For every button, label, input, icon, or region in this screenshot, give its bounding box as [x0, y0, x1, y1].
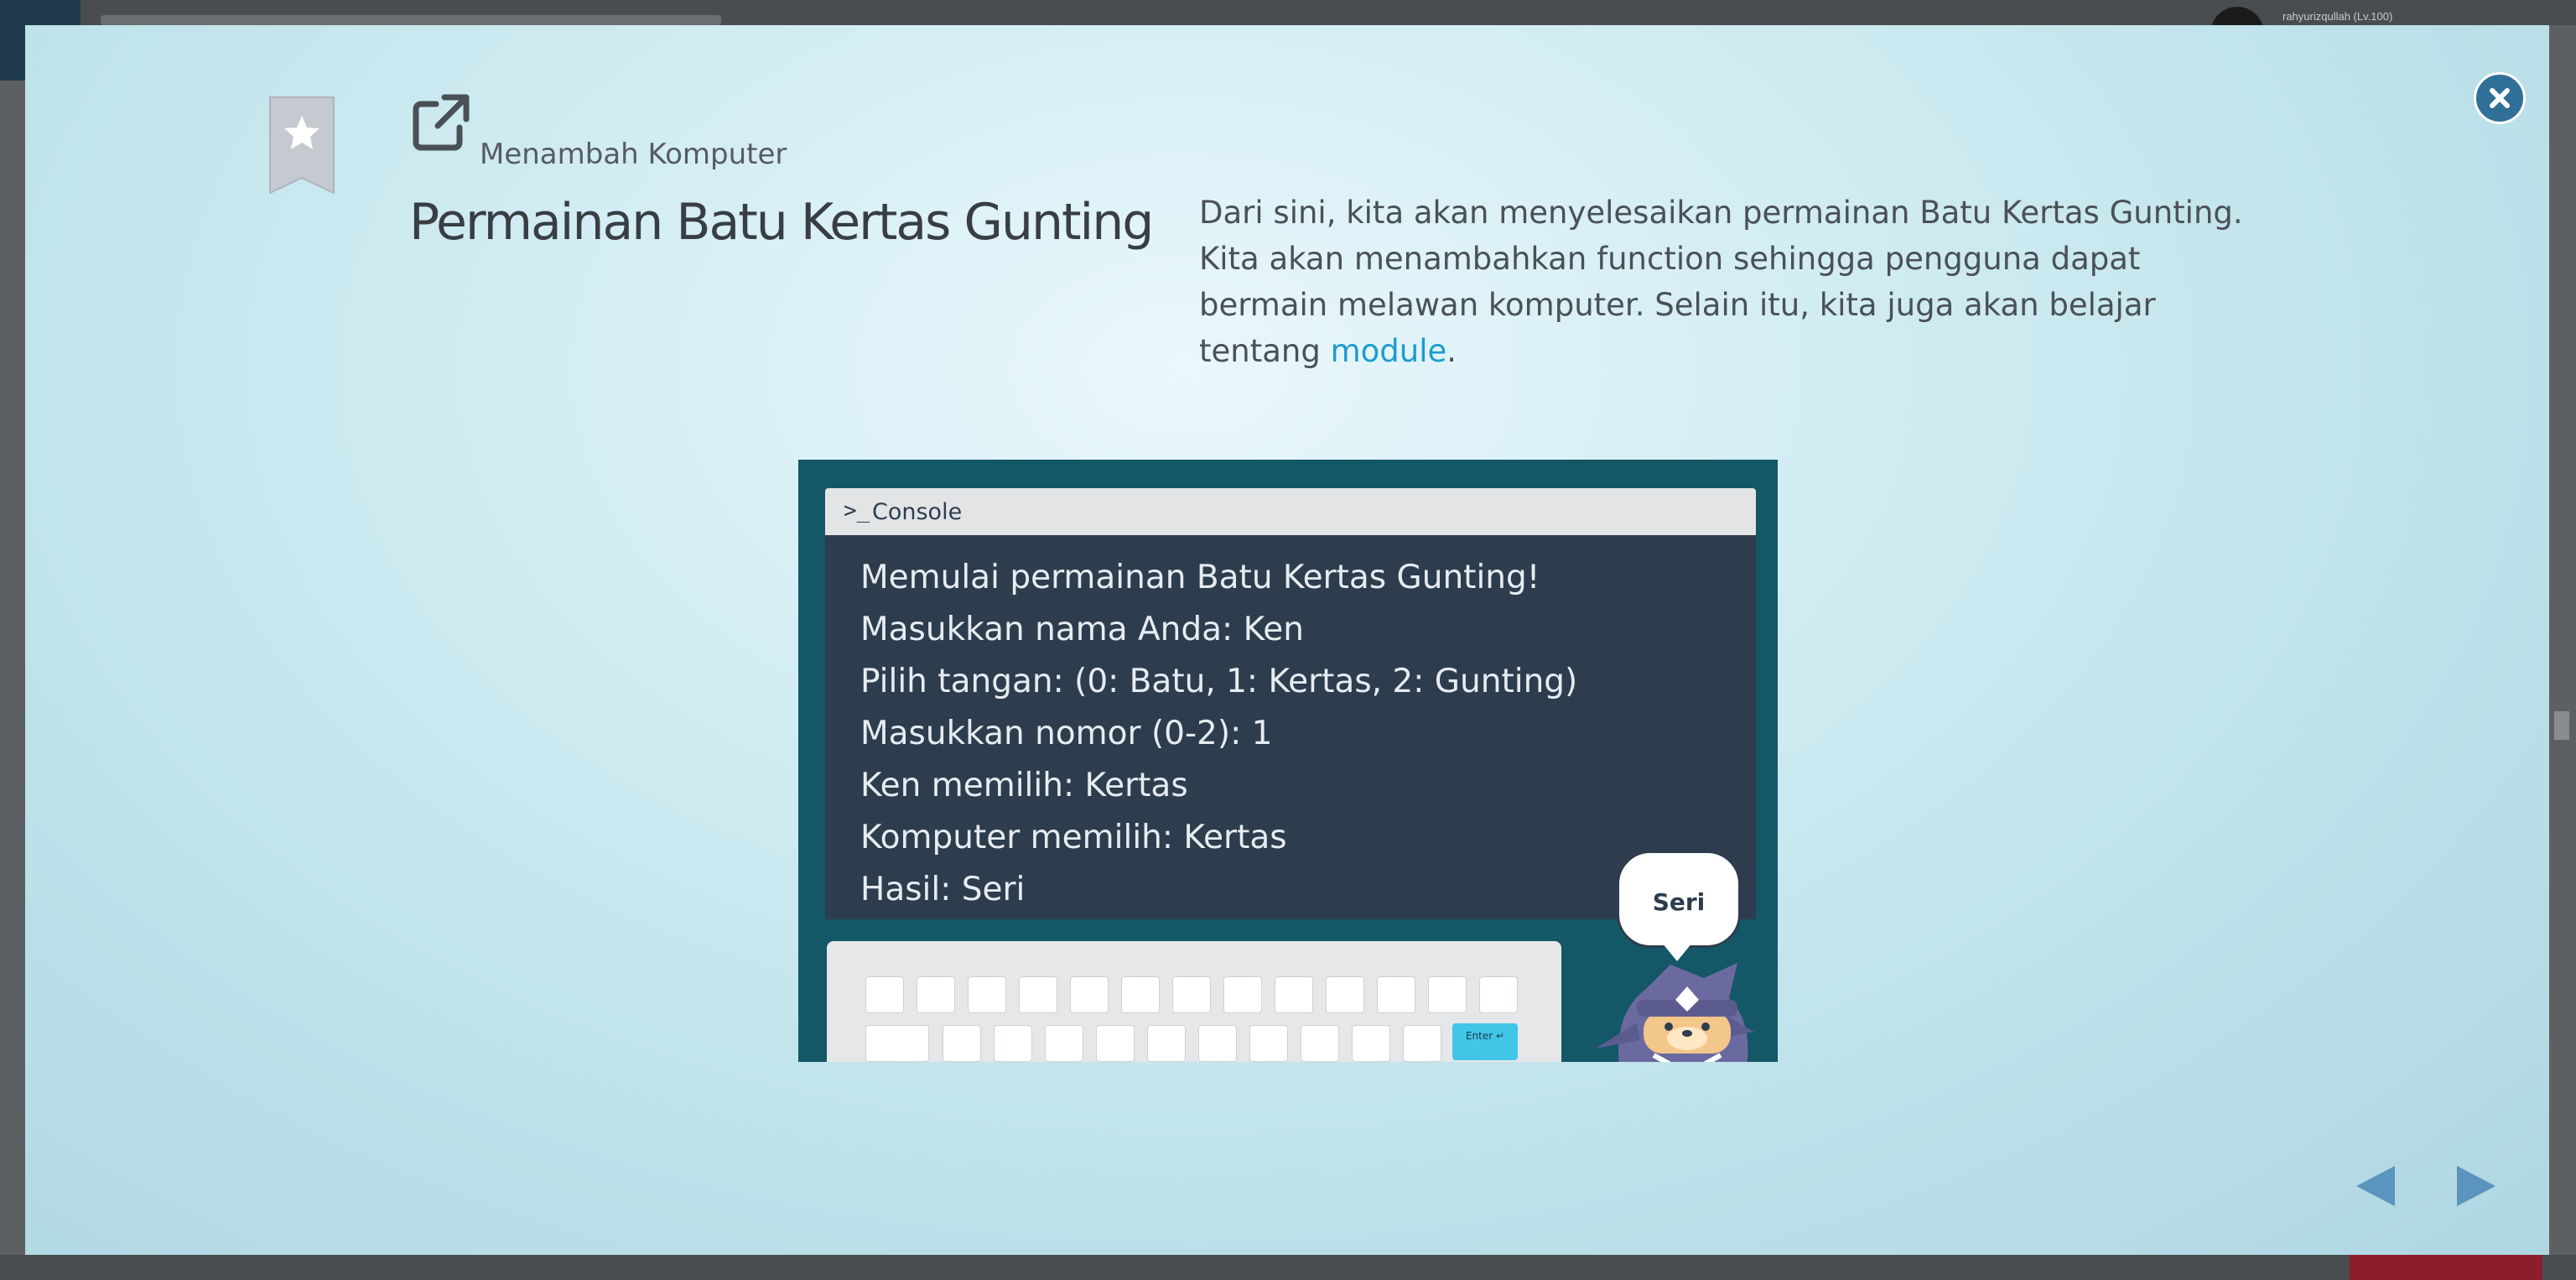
speech-bubble: Seri — [1617, 851, 1741, 948]
external-link-icon — [413, 94, 470, 151]
keyboard-key — [994, 1025, 1032, 1062]
close-button[interactable] — [2474, 72, 2526, 124]
keyboard-key — [1275, 976, 1313, 1013]
triangle-right-icon[interactable] — [2450, 1163, 2501, 1210]
keyboard-key — [1172, 976, 1211, 1013]
console-line: Hasil: Seri — [860, 871, 1026, 908]
keyboard-key — [943, 1025, 981, 1062]
bookmark-star-icon[interactable] — [268, 96, 335, 195]
speech-bubble-text: Seri — [1652, 888, 1706, 916]
keyboard-key — [1019, 976, 1057, 1013]
lesson-title: Permainan Batu Kertas Gunting — [409, 193, 1154, 252]
keyboard-key — [1198, 1025, 1237, 1062]
keyboard-key — [1096, 1025, 1135, 1062]
keyboard-key — [1249, 1025, 1288, 1062]
module-link[interactable]: module — [1331, 333, 1447, 369]
console-line: Memulai permainan Batu Kertas Gunting! — [860, 559, 1540, 596]
console-line: Komputer memilih: Kertas — [860, 819, 1287, 856]
enter-key: Enter ↵ — [1452, 1023, 1518, 1060]
keyboard-key — [1147, 1025, 1186, 1062]
keyboard-key — [1301, 1025, 1339, 1062]
keyboard-key — [1428, 976, 1467, 1013]
console-line: Masukkan nomor (0-2): 1 — [860, 715, 1273, 752]
console-line: Ken memilih: Kertas — [860, 767, 1188, 804]
console-title: Console — [872, 499, 963, 525]
console-output: Memulai permainan Batu Kertas Gunting! M… — [825, 535, 1756, 919]
section-label: Menambah Komputer — [480, 138, 787, 171]
keyboard-key — [1070, 976, 1109, 1013]
keyboard-key — [865, 976, 904, 1013]
console-titlebar: >_ Console — [825, 488, 1756, 535]
background-username: rahyurizqullah (Lv.100) — [2283, 10, 2393, 23]
terminal-prompt-icon: >_ — [844, 498, 870, 523]
keyboard-key — [1223, 976, 1262, 1013]
keyboard-illustration: Enter ↵ — [827, 941, 1561, 1062]
ninja-character-illustration — [1595, 963, 1754, 1062]
keyboard-key — [1377, 976, 1415, 1013]
console-line: Masukkan nama Anda: Ken — [860, 611, 1304, 648]
keyboard-key — [1045, 1025, 1083, 1062]
close-icon — [2490, 88, 2510, 108]
keyboard-key — [1403, 1025, 1441, 1062]
background-footer-button — [2350, 1255, 2542, 1280]
background-scrollbar-thumb — [2554, 711, 2569, 740]
console-line: Pilih tangan: (0: Batu, 1: Kertas, 2: Gu… — [860, 663, 1578, 700]
lesson-description: Dari sini, kita akan menyelesaikan perma… — [1199, 190, 2272, 374]
keyboard-key — [1352, 1025, 1390, 1062]
description-end: . — [1446, 333, 1457, 369]
background-footer — [0, 1255, 2576, 1280]
console-illustration: >_ Console Memulai permainan Batu Kertas… — [798, 460, 1778, 1062]
keyboard-key — [1479, 976, 1518, 1013]
keyboard-key — [865, 1025, 929, 1062]
keyboard-key — [968, 976, 1006, 1013]
triangle-left-icon[interactable] — [2351, 1163, 2402, 1210]
keyboard-key — [917, 976, 955, 1013]
keyboard-key — [1326, 976, 1364, 1013]
background-search-bar — [101, 15, 721, 25]
keyboard-key — [1121, 976, 1160, 1013]
lesson-modal: Menambah Komputer Permainan Batu Kertas … — [25, 25, 2549, 1255]
